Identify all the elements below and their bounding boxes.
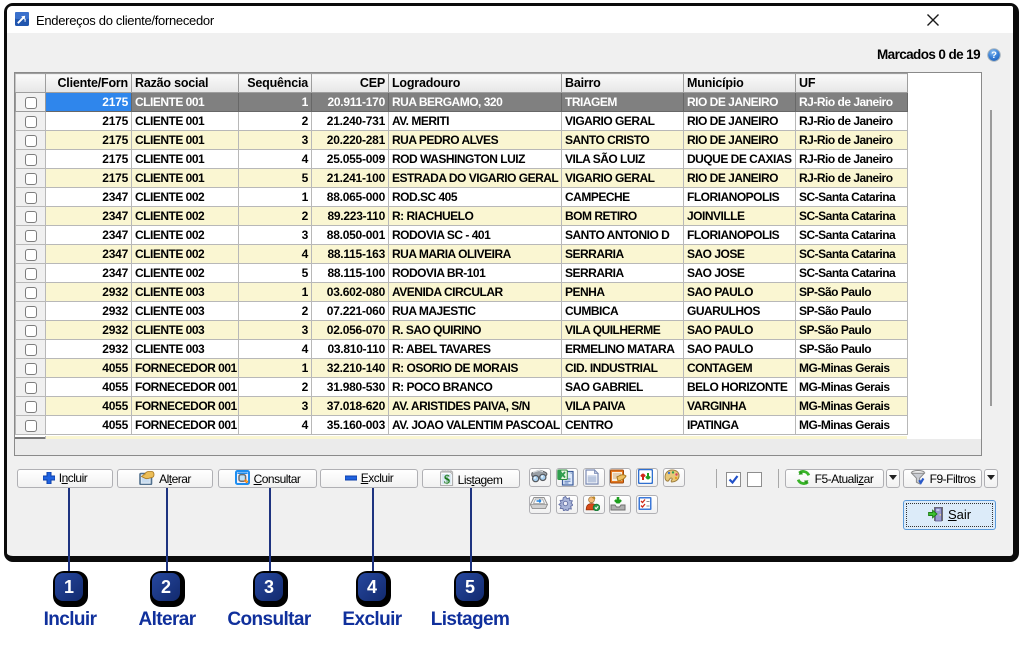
svg-text:$: $ bbox=[443, 473, 449, 486]
svg-text:?: ? bbox=[991, 50, 997, 61]
